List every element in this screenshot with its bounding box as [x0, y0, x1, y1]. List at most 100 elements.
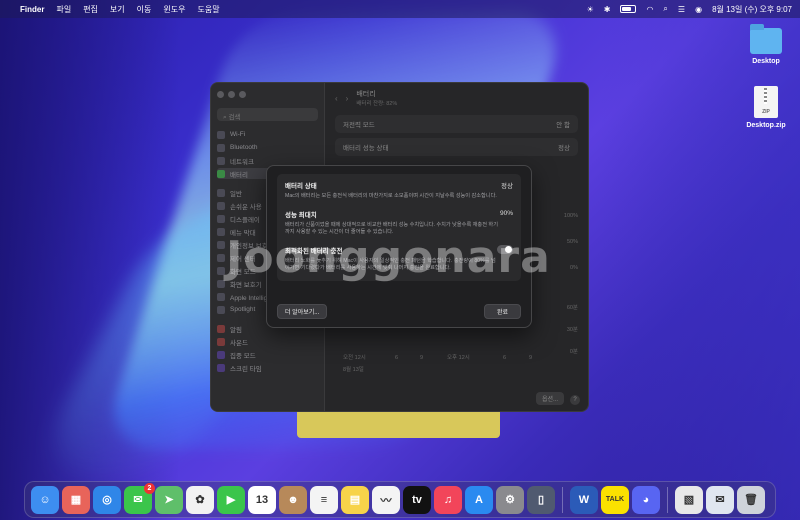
- sidebar-item-label: 일반: [230, 190, 242, 198]
- desktop-zip[interactable]: ZIP Desktop.zip: [736, 86, 796, 129]
- dock-app-notes[interactable]: ▤: [341, 485, 369, 514]
- menu-view[interactable]: 보기: [110, 4, 125, 15]
- brightness-icon[interactable]: ☀: [587, 5, 594, 14]
- kakaotalk-icon: TALK: [605, 496, 625, 503]
- zoom-button[interactable]: [239, 91, 246, 98]
- battery-icon: [217, 169, 225, 178]
- dock-app-contacts[interactable]: ☻: [279, 485, 307, 514]
- dock-app-music[interactable]: ♫: [434, 485, 462, 514]
- dock-app-iphone-mirroring[interactable]: ▯: [527, 485, 555, 514]
- battery-icon[interactable]: [620, 5, 637, 13]
- back-icon[interactable]: ‹: [335, 94, 338, 103]
- hourglass-icon: [217, 363, 225, 372]
- sidebar-item-bluetooth[interactable]: Bluetooth: [217, 142, 318, 153]
- menubar-icon: [217, 227, 225, 236]
- app-store-icon: A: [475, 493, 483, 506]
- siri-icon: [217, 292, 225, 301]
- dock-app-app-store[interactable]: A: [465, 485, 493, 514]
- search-icon[interactable]: ⌕: [663, 4, 667, 14]
- dock-app-calendar[interactable]: 13: [248, 485, 276, 514]
- dock-app-preview[interactable]: ▧: [675, 485, 703, 514]
- axis-tick: 9: [420, 355, 424, 361]
- preview-icon: ▧: [683, 494, 695, 506]
- minimize-button[interactable]: [228, 91, 235, 98]
- globe-icon: [217, 156, 225, 165]
- watermark-text: Joonggonara: [226, 232, 551, 283]
- menubar-clock[interactable]: 8월 13일 (수) 오후 9:07: [712, 4, 792, 15]
- dock-app-kakaotalk[interactable]: TALK: [601, 485, 629, 514]
- dock-app-discord[interactable]: ◕: [632, 485, 660, 514]
- forward-icon[interactable]: ›: [346, 94, 349, 103]
- close-button[interactable]: [217, 91, 224, 98]
- done-button[interactable]: 완료: [483, 304, 521, 319]
- sidebar-item-label: 손쉬운 사용: [230, 203, 262, 211]
- desktop-folder[interactable]: Desktop: [736, 24, 796, 65]
- dock-app-system-settings[interactable]: ⚙: [496, 485, 524, 514]
- moon-icon: [217, 350, 225, 359]
- section-value: 정상: [501, 183, 513, 190]
- sidebar-search-input[interactable]: ⌕ 검색: [217, 108, 318, 121]
- sidebar-item-label: 네트워크: [230, 158, 254, 166]
- dock-app-freeform[interactable]: 〰: [372, 485, 400, 514]
- speaker-icon: [217, 337, 225, 346]
- menu-window[interactable]: 윈도우: [163, 4, 185, 15]
- zip-badge: ZIP: [762, 109, 770, 115]
- dock-app-photos[interactable]: ✿: [186, 485, 214, 514]
- axis-tick: 9: [529, 355, 533, 361]
- window-controls: [217, 91, 318, 98]
- bluetooth-icon[interactable]: ✱: [604, 5, 611, 14]
- photos-icon: ✿: [195, 494, 205, 506]
- battery-health-row[interactable]: 배터리 성능 상태 정상: [335, 138, 578, 156]
- sidebar-item-screentime[interactable]: 스크린 타임: [217, 362, 318, 373]
- sidebar-item-label: 스크린 타임: [230, 365, 262, 373]
- notification-badge: 2: [144, 482, 155, 494]
- siri-icon[interactable]: ◉: [695, 5, 702, 14]
- menu-edit[interactable]: 편집: [83, 4, 98, 15]
- menu-file[interactable]: 파일: [56, 4, 71, 15]
- help-button[interactable]: ?: [570, 395, 580, 405]
- system-settings-icon: ⚙: [505, 494, 515, 506]
- menu-app-name[interactable]: Finder: [20, 5, 44, 14]
- messages-icon: ✉: [133, 494, 143, 506]
- dock-app-word[interactable]: W: [570, 485, 598, 514]
- options-button[interactable]: 옵션...: [535, 392, 564, 405]
- low-power-row[interactable]: 저전력 모드 안 함: [335, 115, 578, 133]
- low-power-select[interactable]: 안 함: [556, 119, 570, 129]
- dock-app-mail-file[interactable]: ✉: [706, 485, 734, 514]
- wallpaper-shade-right: [600, 0, 800, 520]
- dock-app-facetime[interactable]: ▶: [217, 485, 245, 514]
- sidebar-item-label: Wi-Fi: [230, 131, 246, 138]
- dock-app-safari[interactable]: ◎: [93, 485, 121, 514]
- axis-tick: 0분: [569, 349, 578, 355]
- menu-help[interactable]: 도움말: [197, 4, 219, 15]
- dock-app-messages[interactable]: ✉ 2: [124, 482, 155, 514]
- mail-file-icon: ✉: [715, 494, 725, 506]
- section-title: 배터리 상태: [285, 183, 317, 190]
- dock-app-finder[interactable]: ☺: [31, 485, 59, 514]
- dock-separator: [562, 486, 563, 513]
- axis-tick: 오전 12시: [343, 355, 366, 361]
- dock-app-maps[interactable]: ➤: [155, 485, 183, 514]
- sidebar-item-sound[interactable]: 사운드: [217, 336, 318, 347]
- sticky-note[interactable]: [297, 412, 500, 438]
- appearance-icon: [217, 266, 225, 275]
- dock-app-trash[interactable]: 🗑: [737, 485, 765, 514]
- iphone-mirroring-icon: ▯: [537, 494, 545, 506]
- sidebar-item-label: 집중 모드: [230, 352, 256, 360]
- sidebar-item-wifi[interactable]: Wi-Fi: [217, 129, 318, 140]
- sidebar-item-label: 사운드: [230, 339, 248, 347]
- sidebar-item-label: Spotlight: [230, 306, 256, 313]
- axis-tick: 6: [395, 355, 399, 361]
- bell-icon: [217, 324, 225, 333]
- dock-app-apple-tv[interactable]: tv: [403, 485, 431, 514]
- dock-app-launchpad[interactable]: ▦: [62, 485, 90, 514]
- dock-app-reminders[interactable]: ≡: [310, 485, 338, 514]
- learn-more-button[interactable]: 더 알아보기...: [277, 304, 328, 319]
- wifi-icon[interactable]: ◠: [646, 5, 653, 14]
- control-center-icon[interactable]: ☰: [678, 5, 685, 14]
- menu-go[interactable]: 이동: [137, 4, 152, 15]
- sidebar-item-focus[interactable]: 집중 모드: [217, 349, 318, 360]
- date-label: 8월 13일: [343, 367, 364, 373]
- spotlight-icon: [217, 305, 225, 314]
- folder-icon: [750, 24, 782, 54]
